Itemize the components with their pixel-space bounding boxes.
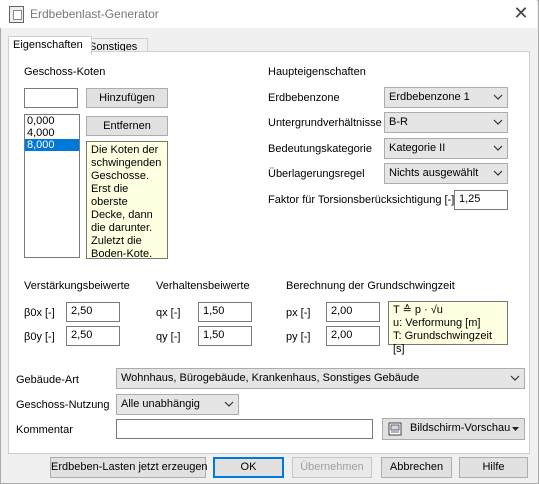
chevron-down-icon <box>510 375 520 381</box>
qy-label: qy [-] <box>156 331 181 343</box>
tab-eigenschaften[interactable]: Eigenschaften <box>8 36 92 55</box>
ueberlagerung-select[interactable]: Nichts ausgewählt <box>384 163 508 184</box>
b0y-label: β0y [-] <box>24 331 55 343</box>
geschoss-hint-tooltip: Die Koten der schwingenden Geschosse. Er… <box>86 141 168 260</box>
formula-line: u: Verformung [m] <box>393 317 481 329</box>
list-item[interactable]: 4,000 <box>25 127 79 139</box>
geschoss-kote-input[interactable] <box>24 88 78 108</box>
chevron-down-icon <box>224 401 234 407</box>
ueberlagerung-label: Überlagerungsregel <box>268 168 365 180</box>
torsion-input[interactable]: 1,25 <box>454 190 508 210</box>
gebaeude-art-value: Wohnhaus, Bürogebäude, Krankenhaus, Sons… <box>121 372 420 384</box>
formula-line: T ≙ p · √u <box>393 304 443 316</box>
hint-line: Erst die oberste <box>91 183 129 208</box>
qy-input[interactable]: 1,50 <box>198 326 252 346</box>
printer-icon <box>388 422 402 436</box>
remove-kote-button[interactable]: Entfernen <box>86 116 168 136</box>
caret-down-icon <box>512 427 519 431</box>
kommentar-input[interactable] <box>116 419 373 439</box>
erdbebenzone-value: Erdbebenzone 1 <box>389 91 470 103</box>
chevron-down-icon <box>493 145 503 151</box>
px-input[interactable]: 2,00 <box>326 302 380 322</box>
ok-button[interactable]: OK <box>213 457 284 478</box>
close-icon[interactable]: ✕ <box>510 3 532 23</box>
geschoss-nutzung-label: Geschoss-Nutzung <box>16 399 110 411</box>
bedeutung-select[interactable]: Kategorie II <box>384 138 508 159</box>
geschoss-koten-heading: Geschoss-Koten <box>24 66 106 78</box>
hint-line: Boden-Kote. <box>91 248 153 260</box>
ueberlagerung-value: Nichts ausgewählt <box>389 167 479 179</box>
tab-eigenschaften-label: Eigenschaften <box>13 39 83 51</box>
hint-line: Die Koten der <box>91 144 159 156</box>
b0x-input[interactable]: 2,50 <box>66 302 120 322</box>
verstaerkung-heading: Verstärkungsbeiwerte <box>24 280 130 292</box>
app-icon <box>9 6 24 23</box>
hint-line: Zuletzt die <box>91 235 142 247</box>
geschoss-nutzung-select[interactable]: Alle unabhängig <box>116 394 239 415</box>
untergrund-select[interactable]: B-R <box>384 112 508 133</box>
bedeutung-value: Kategorie II <box>389 142 446 154</box>
erdbebenzone-label: Erdbebenzone <box>268 92 340 104</box>
window-title: Erdbebenlast-Generator <box>30 7 159 21</box>
geschoss-koten-list[interactable]: 0,000 4,000 8,000 <box>24 114 80 258</box>
geschoss-nutzung-value: Alle unabhängig <box>121 398 200 410</box>
grundschwing-heading: Berechnung der Grundschwingzeit <box>286 280 455 292</box>
add-kote-button[interactable]: Hinzufügen <box>86 88 168 108</box>
hint-line: schwingenden <box>91 157 162 169</box>
qx-label: qx [-] <box>156 307 181 319</box>
hint-line: Decke, dann <box>91 209 153 221</box>
verhalten-heading: Verhaltensbeiwerte <box>156 280 250 292</box>
list-item[interactable]: 0,000 <box>25 115 79 127</box>
kommentar-label: Kommentar <box>16 424 73 436</box>
gebaeude-art-select[interactable]: Wohnhaus, Bürogebäude, Krankenhaus, Sons… <box>116 368 525 389</box>
preview-dropdown-button[interactable]: Bildschirm-Vorschau <box>382 418 525 440</box>
b0x-label: β0x [-] <box>24 307 55 319</box>
preview-label: Bildschirm-Vorschau <box>410 422 511 434</box>
title-bar: Erdbebenlast-Generator ✕ <box>0 0 537 28</box>
px-label: px [-] <box>286 307 311 319</box>
help-button[interactable]: Hilfe <box>459 457 528 478</box>
formula-line: T: Grundschwingzeit [s] <box>393 330 493 355</box>
gebaeude-art-label: Gebäude-Art <box>16 374 79 386</box>
untergrund-label: Untergrundverhältnisse <box>268 117 382 129</box>
hint-line: die darunter. <box>91 222 153 234</box>
list-item-selected[interactable]: 8,000 <box>25 139 79 151</box>
apply-button[interactable]: Übernehmen <box>292 457 372 478</box>
bedeutung-label: Bedeutungskategorie <box>268 143 372 155</box>
chevron-down-icon <box>493 94 503 100</box>
formula-tooltip: T ≙ p · √u u: Verformung [m] T: Grundsch… <box>388 301 508 355</box>
generate-loads-button[interactable]: Erdbeben-Lasten jetzt erzeugen <box>50 457 208 478</box>
cancel-button[interactable]: Abbrechen <box>381 457 452 478</box>
torsion-label: Faktor für Torsionsberücksichtigung [-] <box>268 194 455 206</box>
hint-line: Geschosse. <box>91 170 150 182</box>
py-input[interactable]: 2,00 <box>326 326 380 346</box>
py-label: py [-] <box>286 331 311 343</box>
chevron-down-icon <box>493 119 503 125</box>
b0y-input[interactable]: 2,50 <box>66 326 120 346</box>
untergrund-value: B-R <box>389 116 408 128</box>
erdbebenzone-select[interactable]: Erdbebenzone 1 <box>384 87 508 108</box>
haupteigenschaften-heading: Haupteigenschaften <box>268 66 366 78</box>
chevron-down-icon <box>493 170 503 176</box>
qx-input[interactable]: 1,50 <box>198 302 252 322</box>
